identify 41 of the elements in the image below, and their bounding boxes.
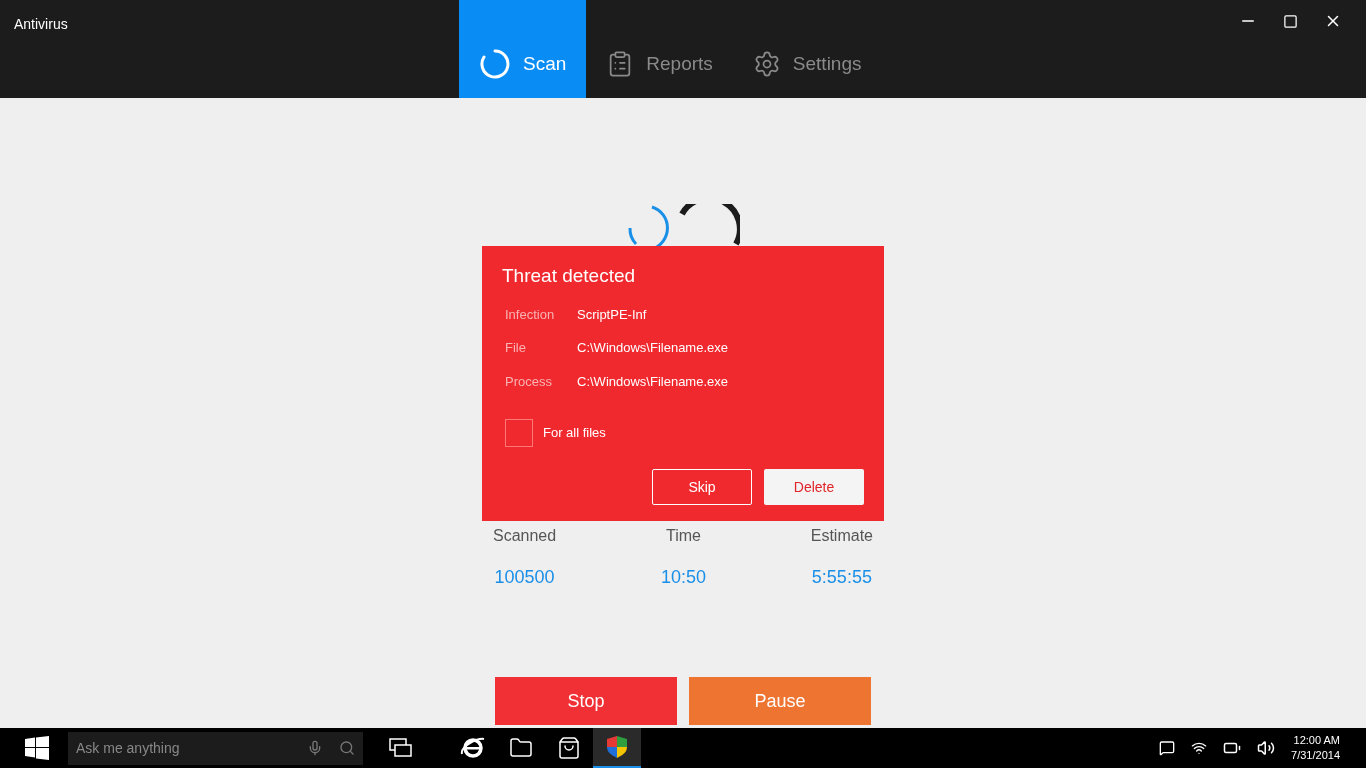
- tab[interactable]: Scan: [459, 0, 587, 98]
- action-button[interactable]: Stop: [495, 677, 677, 725]
- stat-value: 5:55:55: [811, 566, 872, 589]
- task-view-icon: [389, 738, 413, 758]
- search-bar[interactable]: Ask me anything: [68, 731, 363, 765]
- stat-label: Scanned: [493, 526, 557, 546]
- field-label: Process: [505, 372, 553, 391]
- field-label: File: [505, 339, 527, 357]
- volume-icon[interactable]: [1257, 739, 1276, 757]
- field-value: C:\Windows\Filename.exe: [577, 372, 728, 391]
- field-label: Infection: [505, 305, 556, 324]
- dialog-button[interactable]: Skip: [652, 469, 752, 505]
- shield-icon: [606, 735, 628, 759]
- dialog-title: Threat detected: [502, 264, 637, 288]
- store-icon: [557, 736, 581, 760]
- search-field[interactable]: Ask me anything: [76, 737, 307, 759]
- clock-time[interactable]: 12:00 AM: [1293, 733, 1340, 748]
- field-value: C:\Windows\Filename.exe: [577, 339, 728, 357]
- stat-label: Estimate: [810, 526, 873, 546]
- dialog-button[interactable]: Delete: [764, 469, 864, 505]
- checkbox[interactable]: [505, 419, 533, 447]
- spinner-icon: [479, 48, 511, 80]
- stat-label: Time: [665, 526, 701, 546]
- browser-icon: [460, 736, 486, 760]
- notification-icon[interactable]: [1159, 740, 1176, 756]
- tab[interactable]: Reports: [586, 0, 733, 98]
- folder-icon: [509, 736, 533, 760]
- windows-logo-icon[interactable]: [25, 736, 49, 760]
- microphone-icon[interactable]: [307, 740, 323, 756]
- taskbar-app[interactable]: [593, 728, 641, 768]
- maximize-icon[interactable]: [1283, 14, 1298, 29]
- checkbox-label: For all files: [543, 424, 606, 443]
- action-button[interactable]: Pause: [689, 677, 871, 725]
- search-icon[interactable]: [339, 740, 355, 756]
- wifi-icon[interactable]: [1191, 740, 1208, 756]
- window-title: Antivirus: [14, 16, 68, 32]
- stat-value: 100500: [494, 566, 555, 589]
- clock-date[interactable]: 7/31/2014: [1291, 748, 1340, 763]
- tab[interactable]: Settings: [732, 0, 882, 98]
- field-value: ScriptPE-Inf: [577, 305, 647, 324]
- stat-value: 10:50: [660, 566, 706, 589]
